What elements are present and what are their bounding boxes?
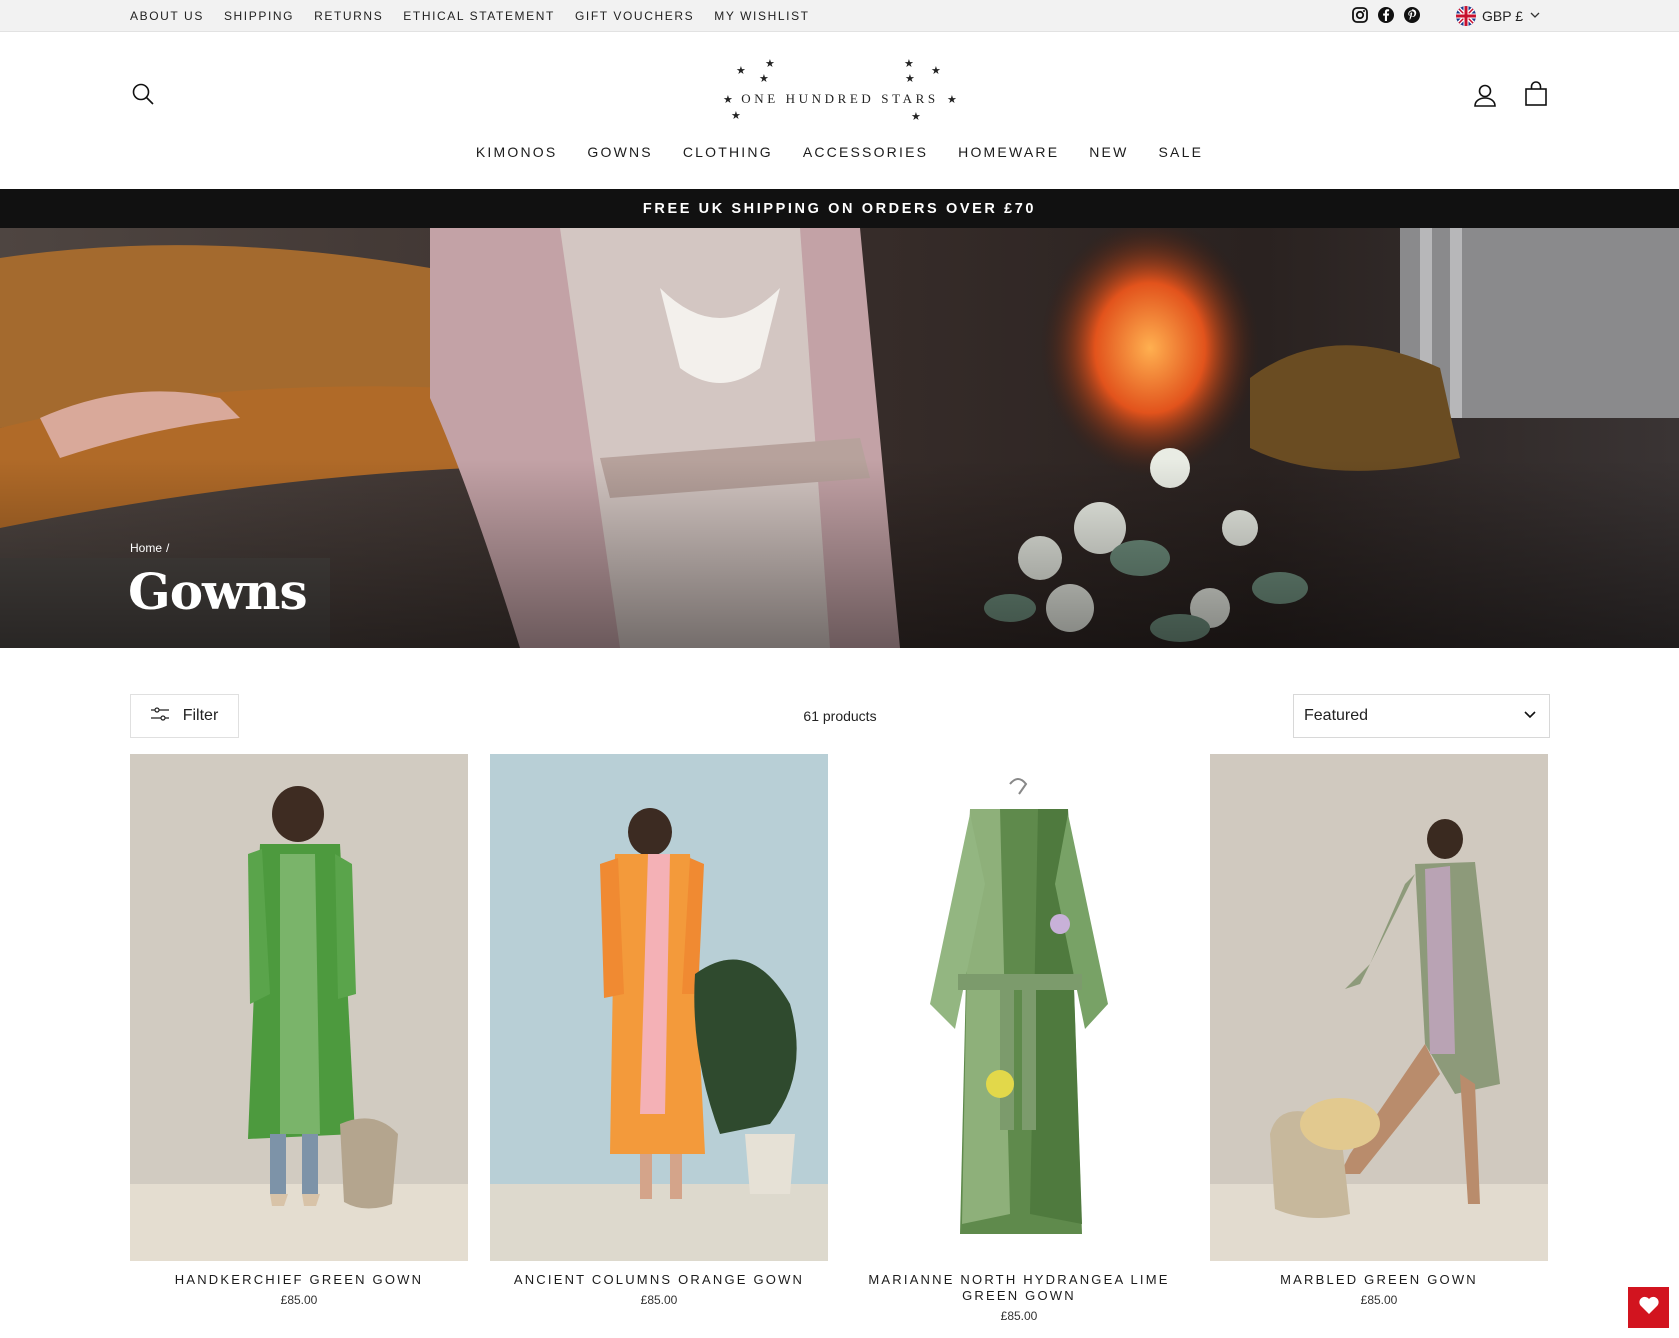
nav-item-homeware[interactable]: HOMEWARE bbox=[958, 144, 1059, 160]
currency-selector[interactable]: GBP £ bbox=[1456, 0, 1541, 32]
filter-label: Filter bbox=[182, 707, 219, 724]
svg-text:★: ★ bbox=[759, 72, 769, 85]
utility-link-shipping[interactable]: SHIPPING bbox=[224, 9, 294, 23]
site-header: ★ ★ ★ ★ ★ ★ ★ ★ ★ ★ ONE HUNDRED STARS KIMONOS … bbox=[0, 32, 1679, 189]
product-name[interactable]: ANCIENT COLUMNS ORANGE GOWN bbox=[490, 1272, 828, 1288]
product-grid: HANDKERCHIEF GREEN GOWN £85.00 ANCIENT C… bbox=[130, 754, 1550, 1323]
announcement-text: FREE UK SHIPPING ON ORDERS OVER £70 bbox=[642, 200, 1037, 217]
currency-label: GBP £ bbox=[1482, 8, 1523, 24]
chevron-down-icon bbox=[1523, 707, 1537, 726]
product-card[interactable]: MARIANNE NORTH HYDRANGEA LIME GREEN GOWN… bbox=[850, 754, 1188, 1323]
main-nav: KIMONOS GOWNS CLOTHING ACCESSORIES HOMEW… bbox=[0, 144, 1679, 160]
utility-link-my-wishlist[interactable]: MY WISHLIST bbox=[714, 9, 809, 23]
product-price: £85.00 bbox=[640, 1293, 678, 1307]
product-name[interactable]: MARIANNE NORTH HYDRANGEA LIME GREEN GOWN bbox=[850, 1272, 1188, 1304]
product-price: £85.00 bbox=[280, 1293, 318, 1307]
account-icon[interactable] bbox=[1472, 82, 1498, 108]
utility-link-about-us[interactable]: ABOUT US bbox=[130, 9, 204, 23]
nav-item-new[interactable]: NEW bbox=[1089, 144, 1128, 160]
svg-text:★: ★ bbox=[905, 72, 915, 85]
svg-text:★: ★ bbox=[931, 64, 941, 77]
svg-text:★: ★ bbox=[731, 109, 741, 122]
utility-link-returns[interactable]: RETURNS bbox=[314, 9, 383, 23]
svg-text:★: ★ bbox=[736, 64, 746, 77]
pinterest-icon[interactable] bbox=[1403, 6, 1421, 24]
breadcrumb: Home / bbox=[130, 541, 169, 555]
utility-link-ethical-statement[interactable]: ETHICAL STATEMENT bbox=[403, 9, 555, 23]
nav-item-clothing[interactable]: CLOTHING bbox=[683, 144, 773, 160]
utility-nav: ABOUT US SHIPPING RETURNS ETHICAL STATEM… bbox=[130, 0, 810, 32]
breadcrumb-home-link[interactable]: Home bbox=[130, 541, 162, 555]
chevron-down-icon bbox=[1529, 8, 1541, 24]
product-image[interactable] bbox=[490, 754, 828, 1261]
product-price: £85.00 bbox=[1360, 1293, 1398, 1307]
sort-select[interactable]: Featured bbox=[1293, 694, 1550, 738]
product-card[interactable]: HANDKERCHIEF GREEN GOWN £85.00 bbox=[130, 754, 468, 1323]
product-name[interactable]: MARBLED GREEN GOWN bbox=[1210, 1272, 1548, 1288]
wishlist-floating-button[interactable] bbox=[1628, 1287, 1669, 1328]
svg-text:★: ★ bbox=[765, 58, 775, 70]
nav-item-accessories[interactable]: ACCESSORIES bbox=[803, 144, 928, 160]
page-title: Gowns bbox=[128, 562, 308, 621]
svg-text:★: ★ bbox=[911, 110, 921, 123]
uk-flag-icon bbox=[1456, 6, 1476, 26]
site-logo[interactable]: ★ ★ ★ ★ ★ ★ ★ ★ ★ ★ ONE HUNDRED STARS bbox=[712, 57, 968, 128]
svg-text:★: ★ bbox=[904, 58, 914, 70]
search-icon[interactable] bbox=[131, 82, 155, 106]
product-card[interactable]: ANCIENT COLUMNS ORANGE GOWN £85.00 bbox=[490, 754, 828, 1323]
product-count: 61 products bbox=[803, 708, 877, 724]
social-links bbox=[1351, 6, 1421, 24]
nav-item-kimonos[interactable]: KIMONOS bbox=[476, 144, 558, 160]
sort-selected-label: Featured bbox=[1304, 707, 1369, 724]
instagram-icon[interactable] bbox=[1351, 6, 1369, 24]
product-name[interactable]: HANDKERCHIEF GREEN GOWN bbox=[130, 1272, 468, 1288]
announcement-bar: FREE UK SHIPPING ON ORDERS OVER £70 bbox=[0, 189, 1679, 228]
product-image[interactable] bbox=[850, 754, 1188, 1261]
cart-icon[interactable] bbox=[1523, 81, 1549, 107]
product-card[interactable]: MARBLED GREEN GOWN £85.00 bbox=[1210, 754, 1548, 1323]
nav-item-sale[interactable]: SALE bbox=[1159, 144, 1204, 160]
breadcrumb-separator: / bbox=[166, 541, 170, 555]
utility-link-gift-vouchers[interactable]: GIFT VOUCHERS bbox=[575, 9, 694, 23]
logo-text: ONE HUNDRED STARS bbox=[741, 91, 939, 106]
nav-item-gowns[interactable]: GOWNS bbox=[587, 144, 652, 160]
utility-bar: ABOUT US SHIPPING RETURNS ETHICAL STATEM… bbox=[0, 0, 1679, 32]
filter-sliders-icon bbox=[150, 706, 169, 726]
product-image[interactable] bbox=[130, 754, 468, 1261]
filter-button[interactable]: Filter bbox=[130, 694, 239, 738]
product-price: £85.00 bbox=[1000, 1309, 1038, 1323]
heart-icon bbox=[1638, 1295, 1660, 1320]
facebook-icon[interactable] bbox=[1377, 6, 1395, 24]
product-image[interactable] bbox=[1210, 754, 1548, 1261]
